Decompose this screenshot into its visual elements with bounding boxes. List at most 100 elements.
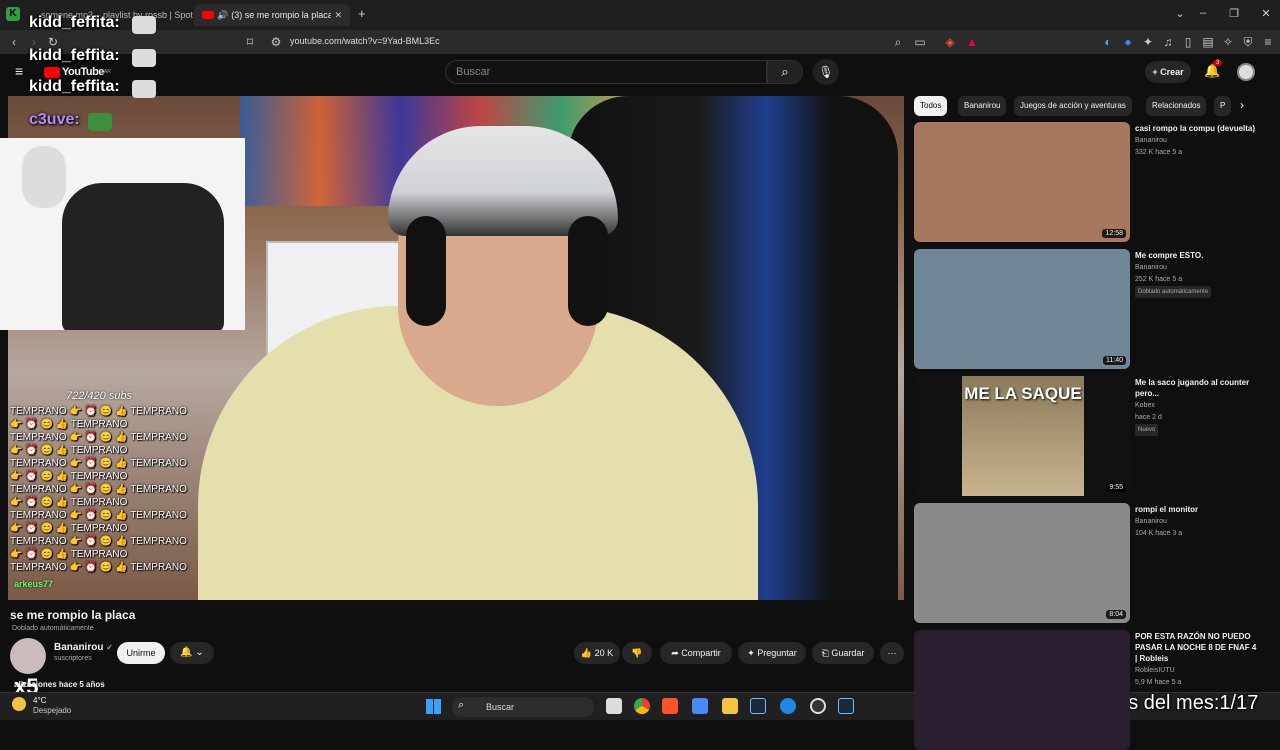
extensions-icon[interactable]: ◐ [1100,30,1116,54]
close-window-icon[interactable]: ✕ [1256,7,1276,20]
taskbar-search[interactable]: Buscar [452,697,594,717]
dislike-button[interactable]: 👎 [622,642,652,664]
chip[interactable]: Juegos de acción y aventuras [1014,96,1132,116]
youtube-logo[interactable]: YouTube AR [44,66,111,78]
puzzle-icon[interactable]: ✦ [1140,30,1156,54]
chat-spam-line: TEMPRANO 👉 ⏰ 😊 👍 TEMPRANO [10,432,187,443]
maximize-icon[interactable]: ❐ [1224,7,1244,20]
brave-icon[interactable] [662,698,678,714]
obs-icon[interactable] [810,698,826,714]
join-button[interactable]: Unirme [117,642,165,664]
steam-icon[interactable] [838,698,854,714]
zoom-icon[interactable]: ⌕ [890,30,906,54]
search-button[interactable]: ⌕ [767,60,803,84]
weather-icon[interactable] [12,697,26,711]
browser-profile-icon[interactable]: K [6,7,20,21]
tab-label: (3) se me rompio la placa - Yo [231,10,332,20]
tab-youtube[interactable]: 🔊 (3) se me rompio la placa - Yo ✕ [194,4,350,26]
mic-icon: 🎙 [818,65,834,79]
emoji-row: 👉 ⏰ 😊 👍 [10,523,71,534]
spam-text: TEMPRANO [70,497,128,508]
vpn-icon[interactable]: ⛨ [1240,30,1256,54]
windows-start-icon[interactable] [426,699,441,714]
extension-icon[interactable]: ● [1120,30,1136,54]
chip[interactable]: Todos [914,96,948,116]
cast-icon[interactable]: ▭ [912,30,928,54]
spam-text: TEMPRANO [70,523,128,534]
spam-text: TEMPRANO [70,471,128,482]
file-explorer-icon[interactable] [722,698,738,714]
related-title[interactable]: Me compre ESTO. [1135,250,1260,261]
chat-username: kidd_feffita: [29,14,120,31]
related-channel[interactable]: Bananirou [1135,135,1167,147]
brave-rewards-icon[interactable]: ▲ [964,30,980,54]
chip[interactable]: Relacionados [1146,96,1207,116]
related-title[interactable]: casi rompo la compu (devuelta) [1135,123,1260,134]
related-badge: Doblado automáticamente [1135,286,1212,298]
related-title[interactable]: rompí el monitor [1135,504,1260,515]
chip[interactable]: Bananirou [958,96,1007,116]
url-field[interactable]: youtube.com/watch?v=9Yad-BML3Ec [290,36,440,46]
close-tab-icon[interactable]: ✕ [334,10,342,21]
related-title[interactable]: POR ESTA RAZÓN NO PUEDO PASAR LA NOCHE 8… [1135,631,1260,664]
gxtrust-chair [62,183,224,330]
music-icon[interactable]: ♫ [1160,30,1176,54]
wallet-icon[interactable]: ▤ [1200,30,1216,54]
notifications-button[interactable]: 🔔 3 [1204,60,1223,79]
account-avatar[interactable] [1237,63,1255,81]
hamburger-icon[interactable]: ≡ [15,63,23,79]
voice-search-button[interactable]: 🎙 [813,59,839,85]
more-actions-button[interactable]: ⋯ [880,642,904,664]
task-view-icon[interactable] [606,698,622,714]
sidebar-icon[interactable]: ▯ [1180,30,1196,54]
channel-name[interactable]: Bananirou ✓ [54,642,113,653]
related-badge-row: Nuevo [1135,424,1159,436]
save-button[interactable]: ⎗ Guardar [812,642,874,664]
spam-text: TEMPRANO [10,484,67,495]
headphones-right [568,216,608,326]
leo-icon[interactable]: ✧ [1220,30,1236,54]
store-icon[interactable] [692,698,708,714]
related-thumbnail[interactable]: ME LA SAQUE 9:55 [914,376,1130,496]
new-tab-button[interactable]: + [358,6,366,21]
chat-spam-line: 👉 ⏰ 😊 👍 TEMPRANO [10,523,127,534]
related-thumbnail[interactable]: 11:40 [914,249,1130,369]
address-bar-row: ‹ › ↻ ⌑ ⚙ youtube.com/watch?v=9Yad-BML3E… [0,30,1280,54]
chips-next-icon[interactable]: › [1240,98,1244,112]
related-thumbnail[interactable]: 12:58 [914,122,1130,242]
sparkle-icon: ✦ [747,648,755,658]
channel-avatar[interactable] [10,638,46,674]
minimize-icon[interactable]: – [1193,7,1213,19]
related-channel[interactable]: Bananirou [1135,516,1167,528]
tab-search-icon[interactable]: ⌄ [1170,7,1190,20]
emoji-row: 👉 ⏰ 😊 👍 [66,562,131,573]
steam-icon[interactable] [750,698,766,714]
search-input[interactable]: Buscar [445,60,767,84]
like-button[interactable]: 👍 20 K [574,642,620,664]
chip[interactable]: P [1214,96,1232,116]
chat-spam-line: 👉 ⏰ 😊 👍 TEMPRANO [10,445,127,456]
create-button[interactable]: + Crear [1145,61,1191,83]
back-icon[interactable]: ‹ [6,30,22,54]
menu-icon[interactable]: ≡ [1260,30,1276,54]
share-icon: ➦ [671,648,679,658]
subscription-bell-button[interactable]: 🔔 ⌄ [170,642,214,664]
related-channel[interactable]: Kobex [1135,400,1155,412]
related-title[interactable]: Me la saco jugando al counter pero... [1135,377,1260,399]
chat-spam-line: 👉 ⏰ 😊 👍 TEMPRANO [10,419,127,430]
related-thumbnail[interactable] [914,630,1130,750]
related-thumbnail[interactable]: 8:04 [914,503,1130,623]
site-info-icon[interactable]: ⚙ [268,30,284,54]
chrome-icon[interactable] [634,698,650,714]
bookmark-icon[interactable]: ⌑ [242,30,258,54]
share-button[interactable]: ➦ Compartir [660,642,732,664]
ask-button[interactable]: ✦ Preguntar [738,642,806,664]
related-channel[interactable]: RobleisIUTU [1135,665,1175,677]
related-channel[interactable]: Bananirou [1135,262,1167,274]
emoji-row: 👉 ⏰ 😊 👍 [10,419,71,430]
brave-shield-icon[interactable]: ◈ [942,30,958,54]
spam-text: TEMPRANO [10,510,67,521]
c-app-icon[interactable] [780,698,796,714]
speaker-icon[interactable]: 🔊 [217,10,228,21]
chat-spam-line: 👉 ⏰ 😊 👍 TEMPRANO [10,497,127,508]
